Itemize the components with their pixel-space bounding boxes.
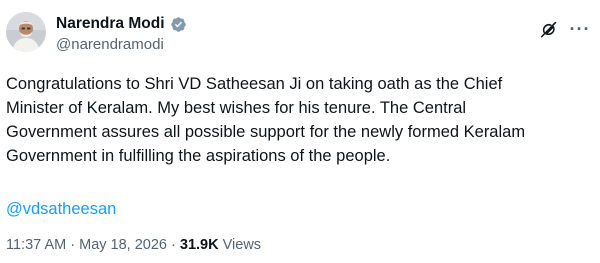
- author-handle[interactable]: @narendramodi: [56, 36, 187, 54]
- grok-button[interactable]: [536, 17, 560, 41]
- views-label: Views: [222, 237, 262, 253]
- tweet-time[interactable]: 11:37 AM: [6, 237, 66, 253]
- views-count[interactable]: 31.9K: [180, 237, 219, 253]
- author-block: Narendra Modi @narendramodi: [56, 14, 187, 54]
- tweet-date[interactable]: May 18, 2026: [79, 237, 167, 253]
- meta-separator: ·: [171, 237, 176, 253]
- avatar-image: [6, 12, 46, 52]
- tweet-card: Narendra Modi @narendramodi ··· Congratu…: [0, 0, 600, 263]
- avatar[interactable]: [6, 12, 46, 52]
- tweet-text: Congratulations to Shri VD Satheesan Ji …: [6, 72, 586, 168]
- tweet-text-line: Government in fulfilling the aspirations…: [6, 147, 391, 165]
- author-display-name[interactable]: Narendra Modi: [56, 15, 165, 33]
- author-name-row: Narendra Modi: [56, 14, 187, 34]
- more-icon[interactable]: ···: [568, 17, 592, 41]
- tweet-text-line: Government assures all possible support …: [6, 123, 526, 141]
- mention-link[interactable]: @vdsatheesan: [6, 197, 116, 221]
- grok-icon: [540, 21, 556, 37]
- tweet-text-line: Congratulations to Shri VD Satheesan Ji …: [6, 75, 503, 93]
- tweet-meta: 11:37 AM · May 18, 2026 · 31.9K Views: [6, 234, 261, 256]
- verified-badge-icon[interactable]: [170, 16, 187, 33]
- tweet-text-line: Minister of Keralam. My best wishes for …: [6, 99, 467, 117]
- meta-separator: ·: [70, 237, 76, 253]
